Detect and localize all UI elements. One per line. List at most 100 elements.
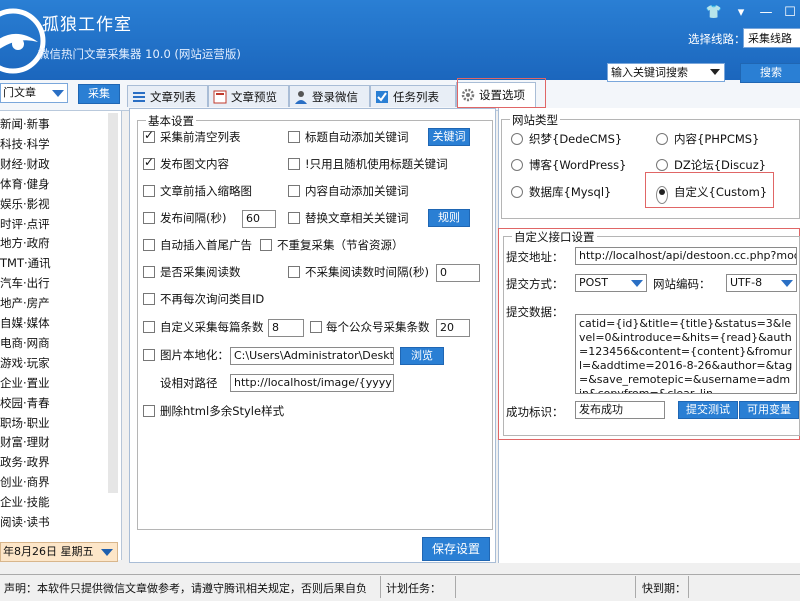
status-notice: 声明：本软件只提供微信文章做参考，请遵守腾讯相关规定，否则后果自负 — [4, 582, 367, 595]
app-subtitle: 微信热门文章采集器 10.0 (网站运营版) — [38, 47, 241, 61]
discuz-radio[interactable] — [656, 159, 668, 171]
sidebar-item[interactable]: 校园·青春 — [0, 394, 110, 413]
wordpress-label: 博客{WordPress} — [529, 158, 627, 172]
per-account-checkbox[interactable] — [310, 321, 322, 333]
encoding-value: UTF-8 — [730, 276, 763, 289]
rule-button[interactable]: 规则 — [428, 209, 470, 227]
sidebar-item[interactable]: 科技·科学 — [0, 135, 110, 154]
mysql-label: 数据库{Mysql} — [529, 185, 612, 199]
sidebar-item[interactable]: 新闻·新事 — [0, 115, 110, 134]
status-divider — [380, 576, 381, 598]
no-ask-id-checkbox[interactable] — [143, 293, 155, 305]
tab-article-preview[interactable]: 文章预览 — [208, 85, 289, 107]
collect-button[interactable]: 采集 — [78, 84, 120, 104]
submit-test-button[interactable]: 提交测试 — [678, 401, 738, 419]
sidebar-item[interactable]: 企业·置业 — [0, 374, 110, 393]
tab-article-list[interactable]: 文章列表 — [127, 85, 208, 107]
sidebar-item[interactable]: 创业·商界 — [0, 473, 110, 492]
per-page-checkbox[interactable] — [143, 321, 155, 333]
encoding-select[interactable]: UTF-8 — [726, 274, 797, 292]
phpcms-label: 内容{PHPCMS} — [674, 132, 760, 146]
skin-icon[interactable]: 👕 — [704, 4, 724, 22]
tab-label: 文章预览 — [231, 89, 277, 104]
del-style-checkbox[interactable] — [143, 405, 155, 417]
chevron-down-icon — [710, 69, 720, 75]
clear-list-label: 采集前清空列表 — [160, 130, 241, 144]
category-select[interactable]: 门文章 — [0, 83, 68, 103]
no-read-interval-checkbox[interactable] — [288, 266, 300, 278]
wolf-logo-icon — [0, 8, 46, 74]
no-read-interval-input[interactable]: 0 — [436, 264, 480, 282]
method-select[interactable]: POST — [575, 274, 647, 292]
auto-content-kw-checkbox[interactable] — [288, 185, 300, 197]
publish-img-checkbox[interactable] — [143, 155, 155, 170]
sidebar-item[interactable]: 游戏·玩家 — [0, 354, 110, 373]
keyword-button[interactable]: 关键词 — [428, 128, 470, 146]
img-path-input[interactable]: C:\Users\Administrator\Deskto — [230, 347, 394, 365]
success-input[interactable]: 发布成功 — [575, 401, 665, 419]
sidebar-item[interactable]: 地产·房产 — [0, 294, 110, 313]
phpcms-radio[interactable] — [656, 133, 668, 145]
available-vars-button[interactable]: 可用变量 — [739, 401, 799, 419]
chevron-down-icon — [781, 280, 793, 287]
browse-button[interactable]: 浏览 — [400, 347, 444, 365]
preview-icon — [213, 90, 227, 104]
img-local-checkbox[interactable] — [143, 349, 155, 361]
wordpress-radio[interactable] — [511, 159, 523, 171]
success-label: 成功标识： — [506, 405, 564, 419]
random-kw-checkbox[interactable] — [288, 158, 300, 170]
clear-list-checkbox[interactable] — [143, 128, 155, 143]
interval-input[interactable]: 60 — [242, 210, 276, 228]
save-settings-button[interactable]: 保存设置 — [422, 537, 490, 561]
replace-kw-checkbox[interactable] — [288, 212, 300, 224]
sidebar-item[interactable]: 阅读·读书 — [0, 513, 110, 532]
search-mode-value: 输入关键词搜索 — [611, 66, 688, 79]
insert-thumb-checkbox[interactable] — [143, 185, 155, 197]
sidebar-item[interactable]: 娱乐·影视 — [0, 195, 110, 214]
dedecms-radio[interactable] — [511, 133, 523, 145]
sidebar-item[interactable]: 财经·财政 — [0, 155, 110, 174]
sidebar-item[interactable]: 企业·技能 — [0, 493, 110, 512]
per-page-label: 自定义采集每篇条数 — [160, 320, 264, 334]
auto-title-kw-checkbox[interactable] — [288, 131, 300, 143]
del-style-label: 删除html多余Style样式 — [160, 404, 285, 418]
date-value: 年8月26日 星期五 — [3, 545, 94, 558]
relative-path-input[interactable]: http://localhost/image/{yyyy}/{m — [230, 374, 394, 392]
route-select[interactable]: 采集线路 — [743, 28, 800, 48]
date-picker[interactable]: 年8月26日 星期五 — [0, 542, 118, 562]
sidebar-item[interactable]: TMT·通讯 — [0, 254, 110, 273]
maximize-icon[interactable]: ☐ — [780, 4, 800, 22]
minimize-icon[interactable]: — — [756, 4, 776, 22]
no-repeat-checkbox[interactable] — [260, 239, 272, 251]
interval-checkbox[interactable] — [143, 212, 155, 224]
tab-task-list[interactable]: 任务列表 — [370, 85, 456, 107]
per-page-input[interactable]: 8 — [268, 319, 304, 337]
sidebar-item[interactable]: 汽车·出行 — [0, 274, 110, 293]
per-account-input[interactable]: 20 — [436, 319, 470, 337]
sidebar-item[interactable]: 职场·职业 — [0, 414, 110, 433]
sidebar-item[interactable]: 电商·网商 — [0, 334, 110, 353]
sidebar-item[interactable]: 政务·政界 — [0, 453, 110, 472]
use-read-checkbox[interactable] — [143, 266, 155, 278]
auto-ad-label: 自动插入首尾广告 — [160, 238, 252, 252]
sidebar-item[interactable]: 自媒·媒体 — [0, 314, 110, 333]
status-divider — [635, 576, 636, 598]
sidebar-scrollbar[interactable] — [108, 113, 118, 493]
sidebar-item[interactable]: 财富·理财 — [0, 433, 110, 452]
custom-radio[interactable] — [656, 186, 668, 204]
tab-login-wechat[interactable]: 登录微信 — [289, 85, 370, 107]
replace-kw-label: 替换文章相关关键词 — [305, 211, 409, 225]
sidebar-item[interactable]: 体育·健身 — [0, 175, 110, 194]
search-mode-select[interactable]: 输入关键词搜索 — [607, 63, 725, 82]
url-input[interactable]: http://localhost/api/destoon.cc.php?modu — [575, 247, 797, 265]
menu-icon[interactable]: ▾ — [731, 4, 751, 22]
mysql-radio[interactable] — [511, 186, 523, 198]
method-value: POST — [579, 276, 608, 289]
sidebar-item[interactable]: 地方·政府 — [0, 234, 110, 253]
auto-content-kw-label: 内容自动添加关键词 — [305, 184, 409, 198]
search-button[interactable]: 搜索 — [740, 63, 800, 83]
data-textarea[interactable]: catid={id}&title={title}&status=3&level=… — [575, 314, 797, 394]
sidebar-item[interactable]: 时评·点评 — [0, 215, 110, 234]
route-label: 选择线路： — [688, 32, 746, 46]
auto-ad-checkbox[interactable] — [143, 239, 155, 251]
